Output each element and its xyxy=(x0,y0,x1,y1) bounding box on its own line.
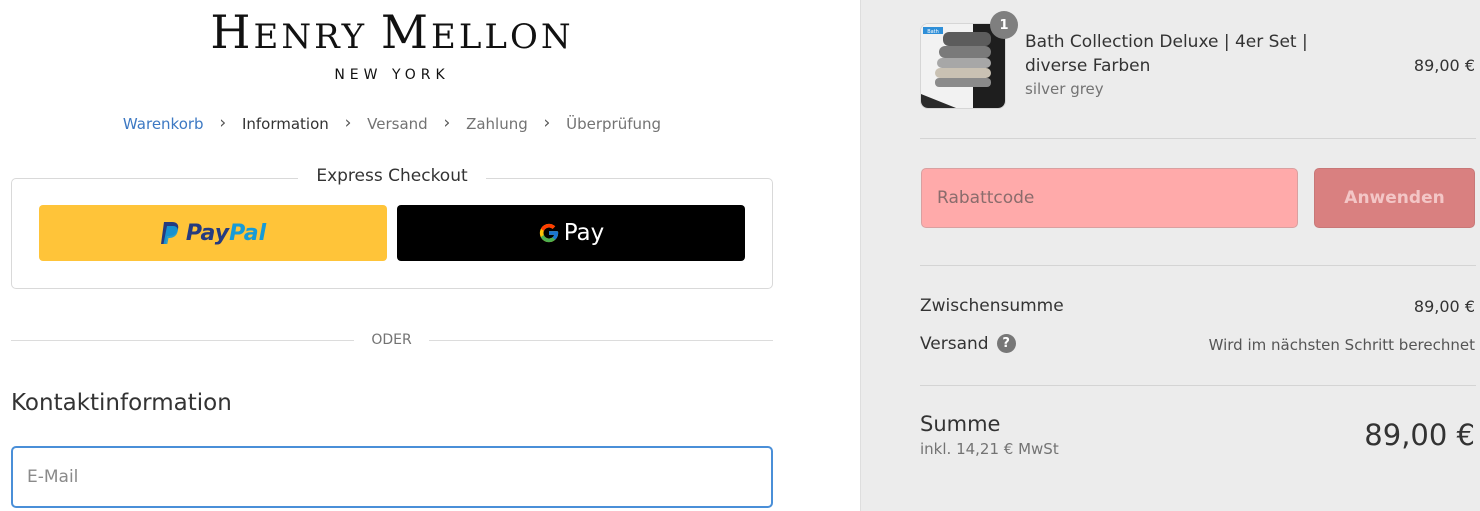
product-variant: silver grey xyxy=(1025,80,1104,98)
divider-left xyxy=(11,340,354,341)
express-checkout-title: Express Checkout xyxy=(0,166,784,186)
breadcrumb-item-zahlung: Zahlung xyxy=(466,115,528,133)
paypal-label-pay: Pay xyxy=(185,220,230,246)
brand-logo[interactable]: HENRY MELLON NEW YORK xyxy=(0,8,784,83)
order-summary: Bath 1 Bath Collection Deluxe | 4er Set … xyxy=(860,0,1480,511)
chevron-right-icon: › xyxy=(219,113,227,133)
discount-code-input[interactable] xyxy=(921,168,1298,228)
summary-divider xyxy=(920,138,1476,139)
summary-divider xyxy=(920,265,1476,266)
google-pay-button[interactable]: Pay xyxy=(397,205,745,261)
shipping-value: Wird im nächsten Schritt berechnet xyxy=(1208,336,1475,354)
total-value: 89,00 € xyxy=(1364,418,1475,452)
apply-discount-button[interactable]: Anwenden xyxy=(1314,168,1475,228)
product-price: 89,00 € xyxy=(1413,56,1475,75)
paypal-button[interactable]: PayPal xyxy=(39,205,387,261)
google-pay-label: Pay xyxy=(563,220,605,246)
towel-stack-image: Bath xyxy=(921,24,1005,108)
brand-name: HENRY MELLON xyxy=(210,5,574,59)
svg-text:Bath: Bath xyxy=(927,29,939,35)
chevron-right-icon: › xyxy=(344,113,352,133)
breadcrumb: Warenkorb › Information › Versand › Zahl… xyxy=(0,113,784,134)
shipping-label: Versand xyxy=(920,334,989,354)
breadcrumb-item-warenkorb[interactable]: Warenkorb xyxy=(123,115,204,133)
total-label: Summe xyxy=(920,412,1001,436)
shipping-row: Versand? xyxy=(920,333,1016,354)
product-name: Bath Collection Deluxe | 4er Set | diver… xyxy=(1025,32,1308,76)
breadcrumb-item-ueberpruefung: Überprüfung xyxy=(566,115,662,133)
help-icon[interactable]: ? xyxy=(996,333,1016,353)
paypal-icon xyxy=(160,222,179,244)
breadcrumb-item-versand: Versand xyxy=(367,115,428,133)
google-g-icon xyxy=(539,223,558,243)
product-thumbnail: Bath xyxy=(920,23,1006,109)
breadcrumb-item-information: Information xyxy=(241,115,329,133)
paypal-label-pal: Pal xyxy=(229,220,267,246)
contact-section-title: Kontaktinformation xyxy=(11,390,232,416)
chevron-right-icon: › xyxy=(543,113,551,133)
tax-note: inkl. 14,21 € MwSt xyxy=(920,440,1059,458)
email-input[interactable] xyxy=(11,446,773,508)
divider-right xyxy=(429,340,773,341)
subtotal-label: Zwischensumme xyxy=(920,296,1064,316)
summary-divider xyxy=(920,385,1476,386)
chevron-right-icon: › xyxy=(443,113,451,133)
subtotal-value: 89,00 € xyxy=(1413,297,1475,316)
or-divider-text: ODER xyxy=(371,332,412,348)
checkout-main: HENRY MELLON NEW YORK Warenkorb › Inform… xyxy=(0,0,860,511)
brand-subtitle: NEW YORK xyxy=(334,67,450,83)
quantity-badge: 1 xyxy=(990,11,1018,39)
